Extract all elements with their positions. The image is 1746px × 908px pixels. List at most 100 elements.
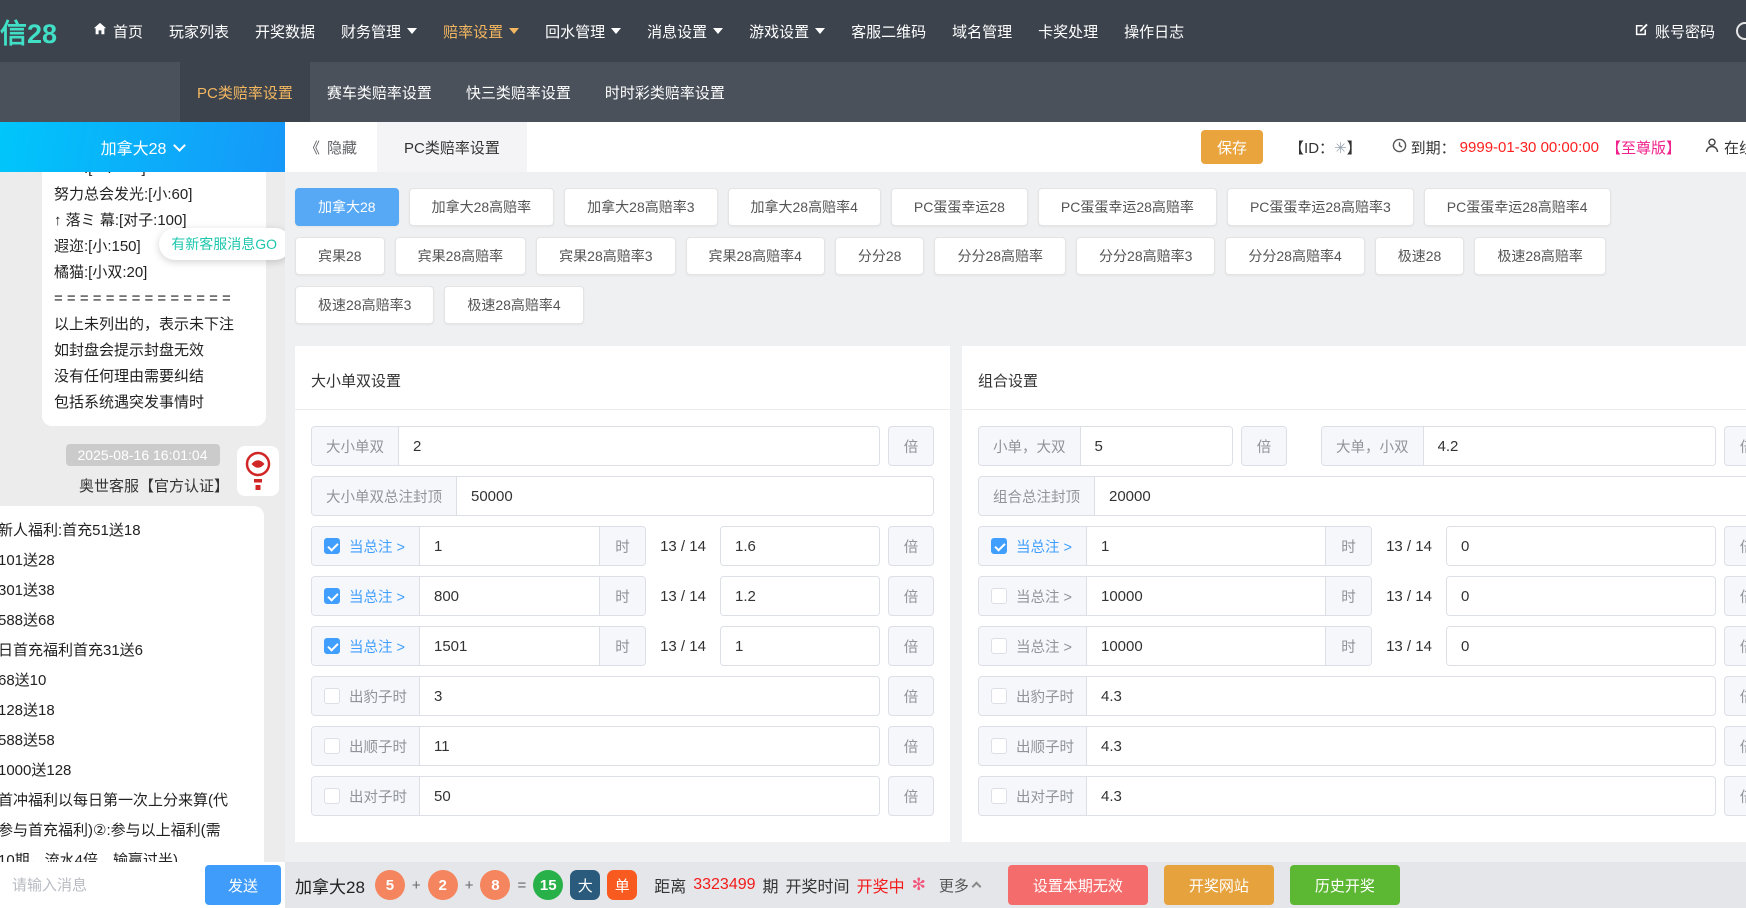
odds-input[interactable] (1081, 427, 1233, 465)
odds-input[interactable] (1087, 777, 1715, 815)
odds-input[interactable] (420, 777, 879, 815)
nav-item-service-qrcode[interactable]: 客服二维码 (838, 0, 939, 62)
odds-input[interactable] (721, 577, 879, 615)
odds-input[interactable] (1087, 677, 1715, 715)
threshold-checkbox[interactable] (991, 638, 1007, 654)
threshold-input[interactable] (420, 527, 599, 565)
threshold-checkbox[interactable] (324, 538, 340, 554)
threshold-checkbox[interactable] (324, 588, 340, 604)
page-tab-pc-odds[interactable]: PC类赔率设置 (377, 122, 527, 172)
ratio-display: 13 / 14 (1380, 588, 1438, 605)
nav-item-game-settings[interactable]: 游戏设置 (736, 0, 838, 62)
chat-message-input[interactable] (12, 877, 197, 894)
game-tab[interactable]: 分分28高赔率4 (1225, 237, 1364, 275)
odds-input[interactable] (1424, 427, 1716, 465)
game-tab[interactable]: 加拿大28高赔率 (409, 188, 555, 226)
person-icon (1705, 138, 1719, 157)
special-checkbox[interactable] (324, 788, 340, 804)
odds-input[interactable] (420, 727, 879, 765)
game-tab[interactable]: 极速28 (1375, 237, 1465, 275)
subnav-racing-odds[interactable]: 赛车类赔率设置 (310, 62, 449, 122)
game-selector[interactable]: 加拿大28 (0, 122, 285, 172)
online-status: 在线 (1705, 137, 1746, 158)
game-tab[interactable]: PC蛋蛋幸运28高赔率 (1038, 188, 1217, 226)
lottery-website-button[interactable]: 开奖网站 (1164, 865, 1274, 905)
help-icon[interactable] (1736, 22, 1746, 40)
odds-input[interactable] (1087, 727, 1715, 765)
game-tab[interactable]: 极速28高赔率3 (295, 286, 434, 324)
special-checkbox[interactable] (991, 688, 1007, 704)
lottery-sum-ball: 15 (533, 870, 563, 900)
game-tab[interactable]: 加拿大28 (295, 188, 399, 226)
game-tab[interactable]: 宾果28高赔率 (395, 237, 527, 275)
row-label: 出对子时 (1016, 786, 1074, 807)
chat-line: 301送38 (0, 576, 252, 606)
account-password-button[interactable]: 账号密码 (1621, 0, 1728, 62)
threshold-checkbox[interactable] (991, 538, 1007, 554)
threshold-row: 当总注 > 时 13 / 14 倍 (311, 576, 934, 616)
odds-input[interactable] (721, 527, 879, 565)
nav-item-finance[interactable]: 财务管理 (328, 0, 430, 62)
game-tab[interactable]: 加拿大28高赔率4 (728, 188, 881, 226)
nav-item-players[interactable]: 玩家列表 (156, 0, 242, 62)
special-checkbox[interactable] (324, 688, 340, 704)
threshold-checkbox[interactable] (324, 638, 340, 654)
odds-input[interactable] (420, 677, 879, 715)
threshold-checkbox[interactable] (991, 588, 1007, 604)
threshold-input[interactable] (1087, 577, 1325, 615)
subnav-pc-odds[interactable]: PC类赔率设置 (180, 62, 310, 122)
chat-line: 68送10 (0, 666, 252, 696)
game-tab[interactable]: PC蛋蛋幸运28高赔率4 (1424, 188, 1611, 226)
game-tab[interactable]: 极速28高赔率 (1474, 237, 1606, 275)
game-tab[interactable]: PC蛋蛋幸运28高赔率3 (1227, 188, 1414, 226)
game-tab[interactable]: 宾果28高赔率3 (536, 237, 675, 275)
nav-item-rebate[interactable]: 回水管理 (532, 0, 634, 62)
nav-item-odds-settings[interactable]: 赔率设置 (430, 0, 532, 62)
send-button[interactable]: 发送 (205, 865, 281, 905)
special-checkbox[interactable] (991, 788, 1007, 804)
threshold-input[interactable] (420, 577, 599, 615)
nav-item-lottery-data[interactable]: 开奖数据 (242, 0, 328, 62)
special-checkbox[interactable] (991, 738, 1007, 754)
odds-input[interactable] (1447, 577, 1715, 615)
new-service-message-pill[interactable]: 有新客服消息GO (159, 228, 285, 260)
chat-line: 日首充福利首充31送6 (0, 636, 252, 666)
odds-input[interactable] (1447, 627, 1715, 665)
game-tab[interactable]: 分分28 (835, 237, 925, 275)
odds-input[interactable] (1095, 477, 1746, 515)
game-tab[interactable]: 极速28高赔率4 (444, 286, 583, 324)
row-label: 出豹子时 (1016, 686, 1074, 707)
game-tab[interactable]: 分分28高赔率3 (1076, 237, 1215, 275)
odds-input[interactable] (399, 427, 879, 465)
game-tab[interactable]: PC蛋蛋幸运28 (891, 188, 1028, 226)
site-id-text: 【ID：✳】 (1289, 137, 1362, 158)
lottery-ball-3: 8 (480, 870, 510, 900)
threshold-input[interactable] (1087, 527, 1325, 565)
game-tab[interactable]: 宾果28 (295, 237, 385, 275)
game-tab[interactable]: 加拿大28高赔率3 (564, 188, 717, 226)
odds-input[interactable] (457, 477, 933, 515)
threshold-input[interactable] (1087, 627, 1325, 665)
lottery-status-bar: 加拿大28 5 + 2 + 8 = 15 大 单 距离 3323499 期 开奖… (285, 862, 1746, 908)
history-draws-button[interactable]: 历史开奖 (1290, 865, 1400, 905)
nav-item-home[interactable]: 首页 (80, 0, 156, 62)
odds-input[interactable] (721, 627, 879, 665)
nav-item-operation-log[interactable]: 操作日志 (1111, 0, 1197, 62)
row-label: 小单，大双 (979, 427, 1081, 465)
more-toggle[interactable]: 更多 (939, 875, 980, 896)
subnav-shishicai-odds[interactable]: 时时彩类赔率设置 (588, 62, 742, 122)
nav-item-domain[interactable]: 域名管理 (939, 0, 1025, 62)
hide-sidebar-button[interactable]: 《 隐藏 (285, 137, 377, 158)
odds-input[interactable] (1447, 527, 1715, 565)
save-button[interactable]: 保存 (1201, 130, 1263, 164)
row-label: 大小单双 (312, 427, 399, 465)
nav-item-card-prize[interactable]: 卡奖处理 (1025, 0, 1111, 62)
special-checkbox[interactable] (324, 738, 340, 754)
subnav-kuai3-odds[interactable]: 快三类赔率设置 (449, 62, 588, 122)
invalidate-period-button[interactable]: 设置本期无效 (1008, 865, 1148, 905)
game-tab[interactable]: 宾果28高赔率4 (686, 237, 825, 275)
nav-item-message-settings[interactable]: 消息设置 (634, 0, 736, 62)
app-body: 加拿大28 ⋯⋯:[⋯:⋯⋯] 努力总会发光:[小:60] ↑ 落ミ 幕:[对子… (0, 122, 1746, 908)
threshold-input[interactable] (420, 627, 599, 665)
game-tab[interactable]: 分分28高赔率 (934, 237, 1066, 275)
